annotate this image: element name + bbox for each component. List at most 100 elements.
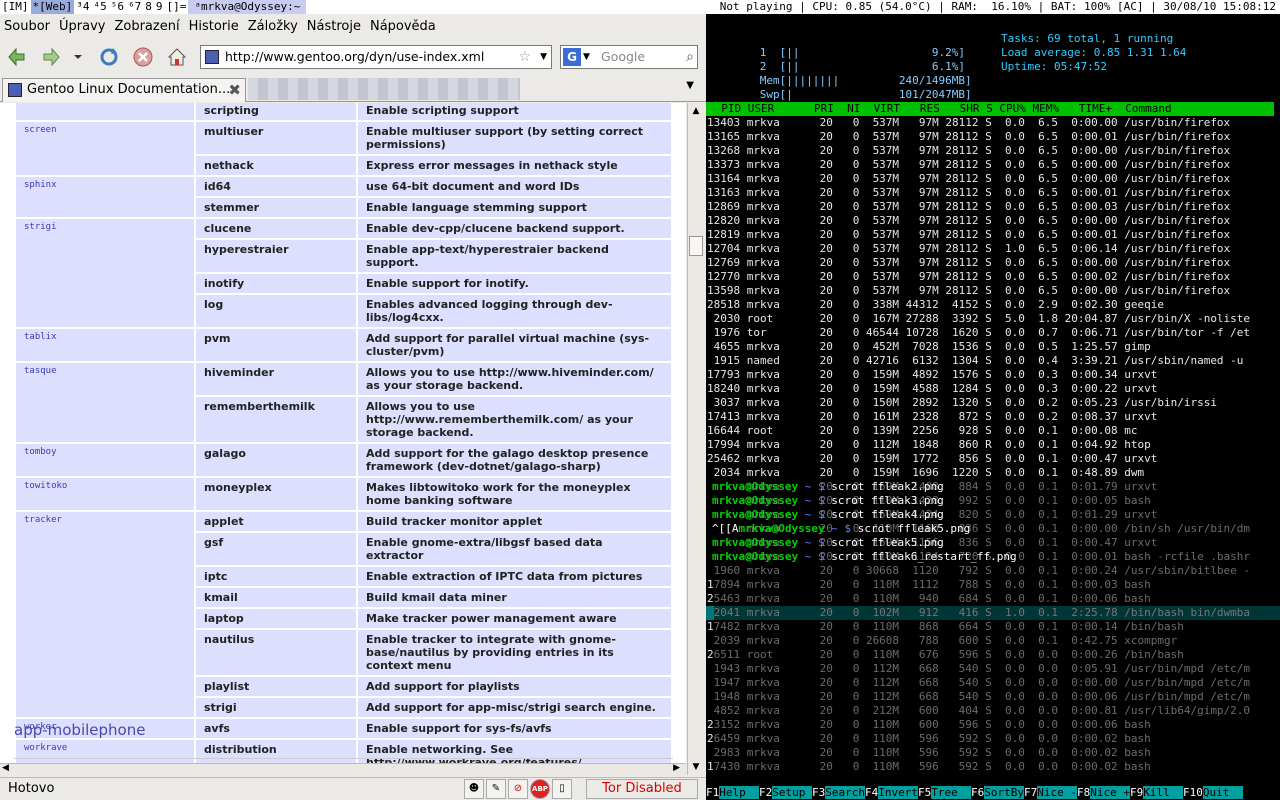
home-button[interactable] [164, 44, 190, 70]
process-row[interactable]: 16644 root 20 0 139M 2256 928 S 0.0 0.1 … [706, 424, 1280, 438]
workspace-tag[interactable]: *[Web] [30, 0, 75, 14]
process-row[interactable]: 13165 mrkva 20 0 537M 97M 28112 S 0.0 6.… [706, 130, 1280, 144]
process-row[interactable]: 13403 mrkva 20 0 537M 97M 28112 S 0.0 6.… [706, 116, 1280, 130]
page-icon[interactable]: ▯ [552, 779, 572, 799]
fn-label[interactable]: Setup [772, 786, 812, 799]
fn-label[interactable]: Quit [1202, 786, 1243, 799]
process-row[interactable]: 12769 mrkva 20 0 537M 97M 28112 S 0.0 6.… [706, 256, 1280, 270]
package-cell[interactable]: tablix [16, 329, 194, 361]
workspace-tag[interactable]: 9 [154, 0, 165, 14]
face-addon-icon[interactable]: ☻ [464, 779, 484, 799]
terminal-window[interactable]: 1 [|| 9.2%] 2 [|| 6.1%] Mem[|||||||| 240… [706, 14, 1280, 800]
horizontal-scrollbar[interactable]: ◀ ▶ [0, 763, 686, 776]
fn-label[interactable]: Search [825, 786, 865, 799]
fn-key[interactable]: F1 [706, 786, 719, 799]
process-row[interactable]: 12819 mrkva 20 0 537M 97M 28112 S 0.0 6.… [706, 228, 1280, 242]
stop-button[interactable] [130, 44, 156, 70]
process-row[interactable]: 4655 mrkva 20 0 452M 7028 1536 S 0.0 0.5… [706, 340, 1280, 354]
url-bar[interactable]: http://www.gentoo.org/dyn/use-index.xml … [200, 45, 552, 69]
workspace-tag[interactable]: ⁶7 [126, 0, 143, 14]
package-cell[interactable]: tomboy [16, 444, 194, 476]
vertical-scrollbar[interactable]: ▲ ▼ [687, 103, 704, 775]
workspace-tag[interactable]: [IM] [0, 0, 31, 14]
scroll-left-icon[interactable]: ◀ [2, 763, 9, 773]
scroll-right-icon[interactable]: ▶ [673, 763, 680, 773]
scroll-up-icon[interactable]: ▲ [688, 103, 704, 119]
fn-key[interactable]: F7 [1024, 786, 1037, 799]
history-dropdown[interactable] [68, 44, 88, 70]
package-cell[interactable]: sphinx [16, 177, 194, 217]
engine-dropdown-icon[interactable]: ▼ [583, 46, 590, 68]
menu-item[interactable]: Soubor [0, 19, 55, 34]
fn-key[interactable]: F8 [1077, 786, 1090, 799]
adblock-icon[interactable]: ABP [530, 779, 550, 799]
process-row[interactable]: 13164 mrkva 20 0 537M 97M 28112 S 0.0 6.… [706, 172, 1280, 186]
google-engine-icon[interactable]: G [563, 48, 581, 66]
workspace-tag[interactable]: ⁵6 [109, 0, 126, 14]
process-row[interactable]: 17793 mrkva 20 0 159M 4892 1576 S 0.0 0.… [706, 368, 1280, 382]
workspace-tag[interactable]: ³4 [74, 0, 91, 14]
package-cell[interactable]: tasque [16, 363, 194, 442]
menu-item[interactable]: Úpravy [55, 19, 110, 34]
tab-gentoo-docs[interactable]: Gentoo Linux Documentation... ✖ [2, 78, 246, 102]
scroll-thumb[interactable] [689, 236, 703, 256]
url-dropdown-icon[interactable]: ▼ [540, 46, 547, 68]
process-row[interactable]: 13163 mrkva 20 0 537M 97M 28112 S 0.0 6.… [706, 186, 1280, 200]
package-cell[interactable]: tracker [16, 512, 194, 717]
process-row[interactable]: 17994 mrkva 20 0 112M 1848 860 R 0.0 0.1… [706, 438, 1280, 452]
close-tab-icon[interactable]: ✖ [228, 79, 241, 101]
process-row[interactable]: 1915 named 20 0 42716 6132 1304 S 0.0 0.… [706, 354, 1280, 368]
fn-label[interactable]: Kill [1143, 786, 1183, 799]
search-bar[interactable]: G ▼ Google ⌕ [560, 45, 698, 69]
process-row[interactable]: 18240 mrkva 20 0 159M 4588 1284 S 0.0 0.… [706, 382, 1280, 396]
tab-list-dropdown-icon[interactable]: ▼ [686, 80, 694, 91]
process-row[interactable]: 13268 mrkva 20 0 537M 97M 28112 S 0.0 6.… [706, 144, 1280, 158]
package-cell[interactable]: screen [16, 122, 194, 175]
package-cell[interactable] [16, 103, 194, 120]
menu-item[interactable]: Záložky [244, 19, 303, 34]
tools-addon-icon[interactable]: ✎ [486, 779, 506, 799]
menu-item[interactable]: Zobrazení [110, 19, 184, 34]
package-cell[interactable]: towitoko [16, 478, 194, 510]
fn-label[interactable]: Help [719, 786, 759, 799]
process-row[interactable]: 12820 mrkva 20 0 537M 97M 28112 S 0.0 6.… [706, 214, 1280, 228]
fn-key[interactable]: F6 [971, 786, 984, 799]
process-row[interactable]: 3037 mrkva 20 0 150M 2892 1320 S 0.0 0.2… [706, 396, 1280, 410]
menu-item[interactable]: Historie [185, 19, 244, 34]
fn-key[interactable]: F10 [1183, 786, 1203, 799]
fn-key[interactable]: F4 [865, 786, 878, 799]
fn-label[interactable]: Tree [931, 786, 971, 799]
process-row[interactable]: 25462 mrkva 20 0 159M 1772 856 S 0.0 0.1… [706, 452, 1280, 466]
fn-key[interactable]: F9 [1130, 786, 1143, 799]
process-row[interactable]: 2030 root 20 0 167M 27288 3392 S 5.0 1.8… [706, 312, 1280, 326]
fn-label[interactable]: SortBy [984, 786, 1024, 799]
forward-button[interactable] [38, 44, 64, 70]
reload-button[interactable] [96, 44, 122, 70]
bookmark-star-icon[interactable]: ☆ [518, 46, 531, 68]
fn-label[interactable]: Nice + [1090, 786, 1130, 799]
fn-key[interactable]: F2 [759, 786, 772, 799]
fn-label[interactable]: Invert [878, 786, 918, 799]
fn-key[interactable]: F5 [918, 786, 931, 799]
workspace-tag[interactable]: ⁴5 [92, 0, 109, 14]
package-cell[interactable]: strigi [16, 219, 194, 327]
workspace-tag[interactable]: []= [165, 0, 189, 14]
menu-item[interactable]: Nástroje [303, 19, 366, 34]
menu-item[interactable]: Nápověda [366, 19, 441, 34]
tab-blurred[interactable] [248, 78, 520, 100]
noscript-icon[interactable]: ⊘ [508, 779, 528, 799]
process-row[interactable]: 13598 mrkva 20 0 537M 97M 28112 S 0.0 6.… [706, 284, 1280, 298]
section-heading[interactable]: app-mobilephone [14, 721, 145, 739]
process-row[interactable]: 12869 mrkva 20 0 537M 97M 28112 S 0.0 6.… [706, 200, 1280, 214]
process-row[interactable]: 28518 mrkva 20 0 338M 44312 4152 S 0.0 2… [706, 298, 1280, 312]
fn-label[interactable]: Nice - [1037, 786, 1077, 799]
process-row[interactable]: 1976 tor 20 0 46544 10728 1620 S 0.0 0.7… [706, 326, 1280, 340]
search-icon[interactable]: ⌕ [686, 46, 694, 68]
workspace-tag[interactable]: 8 [143, 0, 154, 14]
back-button[interactable] [4, 44, 30, 70]
process-row[interactable]: 17413 mrkva 20 0 161M 2328 872 S 0.0 0.2… [706, 410, 1280, 424]
fn-key[interactable]: F3 [812, 786, 825, 799]
process-column-header[interactable]: PID USER PRI NI VIRT RES SHR S CPU% MEM%… [706, 102, 1274, 116]
tor-status-button[interactable]: Tor Disabled [586, 779, 698, 799]
process-row[interactable]: 13373 mrkva 20 0 537M 97M 28112 S 0.0 6.… [706, 158, 1280, 172]
